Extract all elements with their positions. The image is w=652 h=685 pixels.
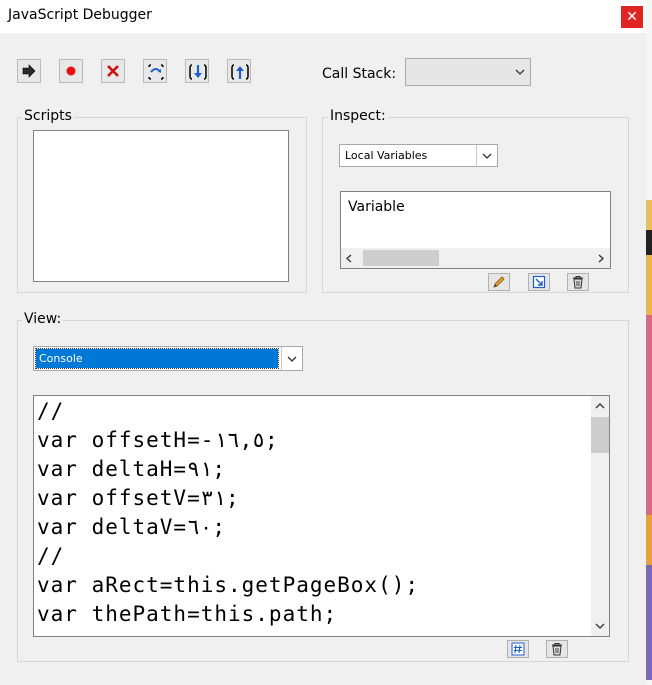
close-icon: ✕ (626, 9, 638, 25)
scroll-right-icon[interactable] (598, 254, 604, 263)
code-line: // (37, 544, 65, 568)
window-title: JavaScript Debugger (8, 7, 152, 23)
scroll-down-icon[interactable] (595, 623, 605, 629)
trash-icon (552, 642, 562, 656)
scroll-up-icon[interactable] (595, 403, 605, 409)
variables-list[interactable]: Variable (340, 191, 611, 269)
chevron-down-icon (281, 347, 302, 370)
inspect-dropdown[interactable]: Local Variables (339, 144, 498, 167)
step-into-button[interactable] (185, 59, 209, 83)
code-line: var deltaV=٦٠; (37, 515, 226, 539)
chevron-down-icon (510, 59, 530, 85)
trash-icon (573, 275, 583, 289)
title-bar: JavaScript Debugger ✕ (0, 0, 646, 33)
step-over-icon (148, 64, 164, 80)
variable-column-header: Variable (348, 199, 405, 215)
clear-console-button[interactable] (546, 640, 568, 658)
hash-button[interactable] (507, 640, 529, 658)
scripts-list[interactable] (33, 130, 289, 282)
close-button[interactable]: ✕ (621, 6, 643, 28)
scroll-thumb[interactable] (591, 417, 609, 453)
scroll-left-icon[interactable] (346, 254, 352, 263)
code-line: var aRect=this.getPageBox(); (37, 573, 420, 597)
code-line: // (37, 399, 65, 423)
view-selected: Console (39, 352, 83, 365)
step-out-icon (231, 64, 249, 80)
code-line: var deltaH=٩١; (37, 457, 226, 481)
scripts-label: Scripts (22, 108, 74, 124)
call-stack-label: Call Stack: (322, 66, 397, 82)
variables-horizontal-scrollbar[interactable] (341, 248, 610, 268)
edit-variable-button[interactable] (488, 273, 510, 291)
inspect-label: Inspect: (328, 108, 388, 124)
delete-variable-button[interactable] (567, 273, 589, 291)
step-out-button[interactable] (227, 59, 251, 83)
call-stack-dropdown[interactable] (405, 58, 531, 86)
go-button[interactable] (17, 59, 41, 83)
view-label: View: (22, 311, 64, 327)
go-arrow-icon (22, 64, 36, 78)
chevron-down-icon (476, 145, 497, 166)
pencil-icon (493, 276, 505, 288)
step-over-button[interactable] (143, 59, 167, 83)
code-line: var offsetH=-١٦,٥; (37, 428, 278, 452)
stop-button[interactable] (101, 59, 125, 83)
stop-icon (107, 65, 119, 77)
breakpoint-icon (66, 66, 76, 76)
console-text-area[interactable]: // var offsetH=-١٦,٥; var deltaH=٩١; var… (33, 395, 610, 637)
watch-button[interactable] (528, 273, 550, 291)
inspect-selected: Local Variables (345, 149, 428, 162)
background-app-strip (646, 0, 652, 685)
code-line: var offsetV=٣١; (37, 486, 239, 510)
scroll-thumb[interactable] (363, 250, 439, 266)
watch-icon (532, 275, 546, 289)
step-into-icon (189, 64, 207, 80)
breakpoint-button[interactable] (59, 59, 83, 83)
console-vertical-scrollbar[interactable] (591, 396, 609, 636)
view-dropdown[interactable]: Console (33, 346, 303, 371)
code-line: var thePath=this.path; (37, 602, 338, 626)
hash-icon (511, 642, 525, 656)
